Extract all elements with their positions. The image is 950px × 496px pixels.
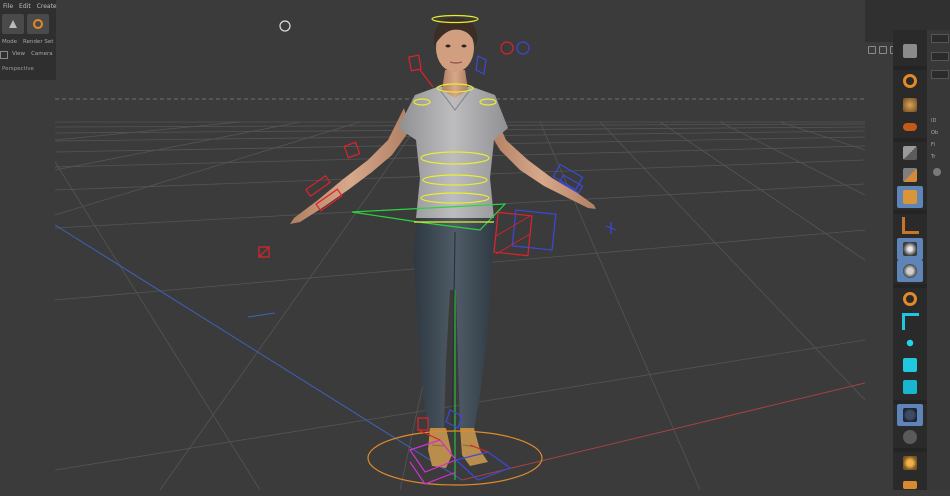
orange-gear-icon: [903, 74, 917, 88]
attr-field[interactable]: [931, 52, 949, 61]
toolbar-button-cyan-cube[interactable]: [897, 354, 923, 376]
menu-item-edit[interactable]: Edit: [16, 2, 34, 12]
attr-label: Tr: [931, 154, 936, 160]
left-panel: File Edit Create Mode Render Set View Ca…: [0, 0, 57, 80]
toolbar-button-cube-select[interactable]: [897, 186, 923, 208]
toolbar-button-mograph[interactable]: [897, 238, 923, 260]
light-icon: [903, 264, 917, 278]
camera-label[interactable]: Camera: [29, 50, 55, 59]
attr-toggle[interactable]: [933, 168, 941, 176]
layout-icon[interactable]: [868, 46, 876, 54]
fracture-icon: [901, 312, 919, 330]
view-label[interactable]: View: [10, 50, 27, 59]
z-axis-line: [54, 224, 463, 481]
bend-icon: [901, 216, 919, 234]
tool-row: [2, 14, 49, 34]
toolbar-button-light[interactable]: [897, 260, 923, 282]
menu-bar: File Edit Create: [0, 2, 60, 12]
elbow-control-left[interactable]: [343, 141, 361, 159]
move-icon: [9, 20, 17, 28]
hip-box-blue[interactable]: [511, 209, 557, 251]
toolbar-button-bend[interactable]: [897, 214, 923, 236]
cyan-cube-icon: [903, 358, 917, 372]
right-toolbar: [893, 30, 927, 490]
toolbar-button-camera[interactable]: [897, 426, 923, 448]
cyan-sphere-icon: [903, 380, 917, 394]
attr-label: Ob: [931, 130, 939, 136]
attr-field[interactable]: [931, 34, 949, 43]
view-checkbox[interactable]: [0, 51, 8, 59]
toolbar-button-pill[interactable]: [897, 116, 923, 138]
toolbar-button-blend[interactable]: [897, 94, 923, 116]
toolbar-button-gear[interactable]: [897, 70, 923, 92]
ik-target-right[interactable]: [605, 222, 617, 234]
toolbar-button-cyan-sphere[interactable]: [897, 376, 923, 398]
orange-shape-icon: [903, 481, 917, 489]
render-settings-label[interactable]: Render Set: [21, 38, 55, 47]
mograph-icon: [903, 242, 917, 256]
menu-item-file[interactable]: File: [0, 2, 16, 12]
mode-label[interactable]: Mode: [0, 38, 19, 47]
camera-icon: [903, 430, 917, 444]
toolbar-button-cloner[interactable]: [897, 288, 923, 310]
toolbar-button-cyan-dot[interactable]: [897, 332, 923, 354]
viewport-canvas[interactable]: [0, 0, 865, 490]
cloner-icon: [903, 292, 917, 306]
attr-field[interactable]: [931, 70, 949, 79]
toolbar-button-pen[interactable]: [897, 142, 923, 164]
toolbar-button-render[interactable]: [897, 452, 923, 474]
spline-icon: [903, 168, 917, 182]
layout-icon[interactable]: [879, 46, 887, 54]
left-shoe: [428, 428, 452, 468]
gear-tool-button[interactable]: [27, 14, 49, 34]
eye-target-blue[interactable]: [516, 41, 530, 55]
sub-row-view: View Camera: [0, 50, 55, 59]
render-icon: [903, 456, 917, 470]
cyan-dot-icon: [903, 336, 917, 350]
move-tool-button[interactable]: [2, 14, 24, 34]
menu-item-create[interactable]: Create: [34, 2, 60, 12]
attribute-panel: ID Ob Fi Tr: [927, 30, 950, 490]
toolbar-button-field[interactable]: [897, 404, 923, 426]
x-axis-line: [461, 382, 865, 481]
viewport-perspective-label[interactable]: Perspective: [2, 66, 34, 72]
sphere-blend-icon: [903, 98, 917, 112]
right-gap: [865, 0, 893, 490]
field-icon: [903, 408, 917, 422]
toolbar-button-spline[interactable]: [897, 164, 923, 186]
pen-icon: [903, 146, 917, 160]
3d-viewport[interactable]: [0, 0, 865, 490]
toolbar-button-cube[interactable]: [897, 40, 923, 62]
cube-select-icon: [903, 190, 917, 204]
sub-row-mode: Mode Render Set: [0, 38, 55, 47]
view-cursor-icon: [279, 20, 291, 32]
pill-icon: [903, 123, 917, 131]
toolbar-button-fracture[interactable]: [897, 310, 923, 332]
attr-label: ID: [931, 118, 937, 124]
toolbar-button-shape[interactable]: [897, 474, 923, 496]
eye-target-red[interactable]: [500, 41, 514, 55]
attr-label: Fi: [931, 142, 935, 148]
orange-gear-icon: [33, 19, 43, 29]
cube-icon: [903, 44, 917, 58]
